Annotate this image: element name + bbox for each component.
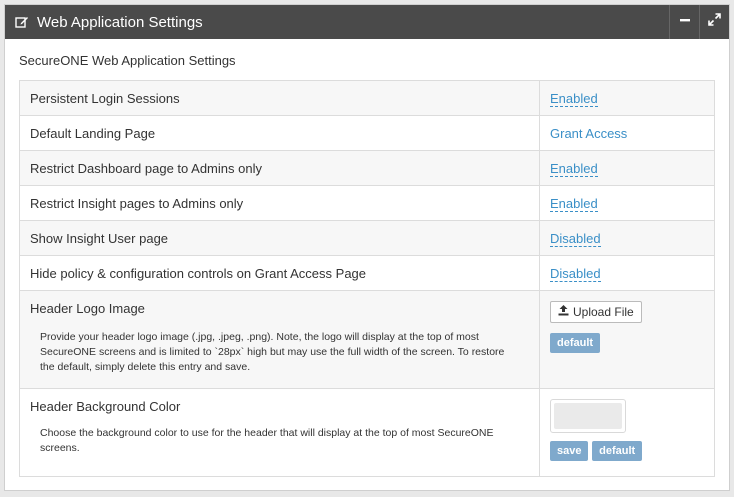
minimize-button[interactable] — [669, 5, 699, 39]
upload-file-button[interactable]: Upload File — [550, 301, 642, 323]
minimize-icon — [679, 13, 691, 31]
fullscreen-button[interactable] — [699, 5, 729, 39]
settings-table: Persistent Login Sessions Enabled Defaul… — [19, 80, 715, 477]
logo-default-button[interactable]: default — [550, 333, 601, 353]
header-bg-help: Choose the background color to use for t… — [40, 427, 494, 454]
upload-icon — [558, 305, 569, 319]
setting-label: Restrict Dashboard page to Admins only — [19, 150, 540, 186]
settings-panel: Web Application Settings SecureONE Web A… — [4, 4, 730, 491]
edit-icon — [7, 15, 37, 29]
setting-value-link[interactable]: Enabled — [550, 195, 598, 212]
setting-value-link[interactable]: Enabled — [550, 90, 598, 107]
setting-label: Persistent Login Sessions — [19, 80, 540, 116]
upload-file-label: Upload File — [573, 305, 634, 319]
setting-label: Hide policy & configuration controls on … — [19, 255, 540, 291]
panel-title: Web Application Settings — [37, 13, 203, 31]
color-swatch-fill — [554, 403, 622, 429]
table-row: Default Landing Page Grant Access — [19, 115, 715, 151]
setting-label: Show Insight User page — [19, 220, 540, 256]
table-row: Restrict Insight pages to Admins only En… — [19, 185, 715, 221]
table-row: Hide policy & configuration controls on … — [19, 255, 715, 291]
setting-value-link[interactable]: Enabled — [550, 160, 598, 177]
table-row-header-bg: Header Background Color Choose the backg… — [19, 388, 715, 477]
section-title: SecureONE Web Application Settings — [19, 53, 236, 68]
bg-default-button[interactable]: default — [592, 441, 643, 461]
table-row: Restrict Dashboard page to Admins only E… — [19, 150, 715, 186]
header-bg-label: Header Background Color — [30, 399, 181, 414]
header-logo-label: Header Logo Image — [30, 301, 145, 316]
table-row: Persistent Login Sessions Enabled — [19, 80, 715, 116]
setting-value-link[interactable]: Disabled — [550, 230, 601, 247]
header-logo-help: Provide your header logo image (.jpg, .j… — [40, 331, 505, 373]
setting-label: Default Landing Page — [19, 115, 540, 151]
fullscreen-icon — [708, 13, 721, 31]
setting-value-link[interactable]: Disabled — [550, 265, 601, 282]
color-swatch[interactable] — [550, 399, 626, 433]
table-row: Show Insight User page Disabled — [19, 220, 715, 256]
setting-value-link[interactable]: Grant Access — [550, 126, 627, 141]
bg-save-button[interactable]: save — [550, 441, 589, 461]
table-row-header-logo: Header Logo Image Provide your header lo… — [19, 290, 715, 389]
setting-label: Restrict Insight pages to Admins only — [19, 185, 540, 221]
panel-header: Web Application Settings — [5, 5, 729, 39]
